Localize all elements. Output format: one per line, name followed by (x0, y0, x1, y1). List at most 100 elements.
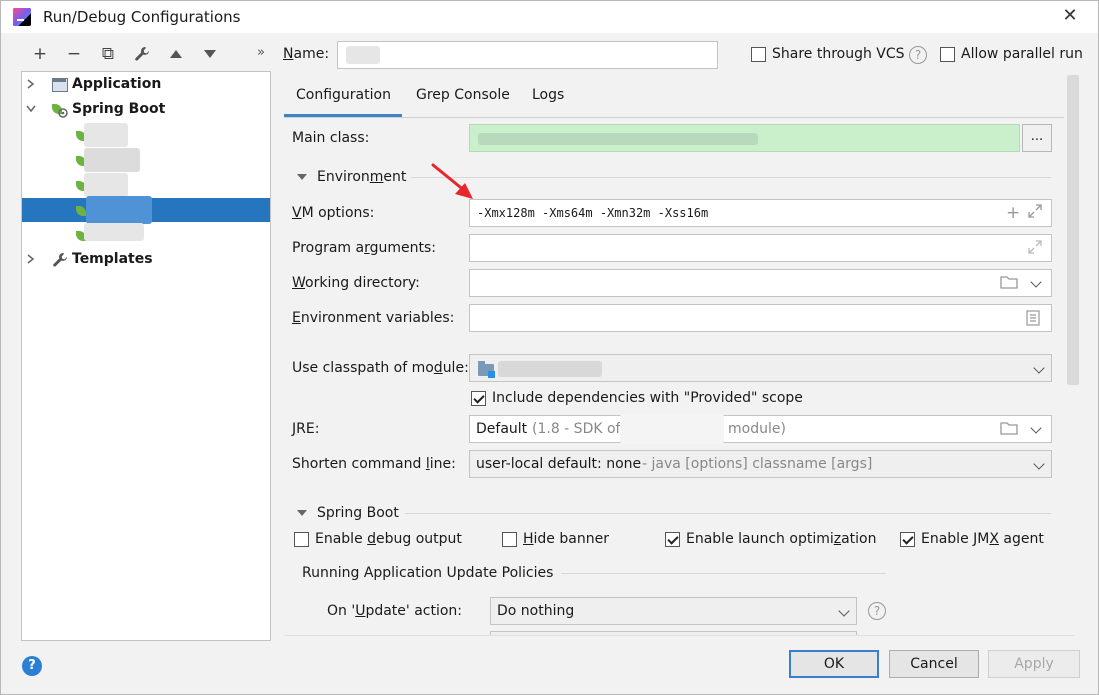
jre-value-default: Default (476, 421, 528, 437)
cancel-button[interactable]: Cancel (889, 650, 979, 678)
tree-item-templates[interactable]: Templates (22, 248, 270, 273)
apply-button[interactable]: Apply (988, 650, 1080, 678)
shorten-value: user-local default: none (476, 456, 642, 472)
share-vcs-checkbox[interactable] (751, 47, 766, 62)
module-badge-icon (488, 371, 495, 378)
classpath-module-select[interactable] (469, 354, 1052, 382)
enable-launch-label: Enable launch optimization (686, 531, 877, 547)
folder-icon[interactable] (1000, 275, 1018, 293)
tab-logs[interactable]: Logs (532, 87, 564, 103)
move-down-icon[interactable] (193, 41, 227, 67)
enable-launch-checkbox[interactable] (665, 532, 680, 547)
vm-options-label: VM options: (292, 205, 375, 221)
working-dir-label: Working directory: (292, 275, 420, 291)
chevron-down-icon[interactable] (25, 105, 37, 116)
help-icon[interactable]: ? (868, 602, 886, 620)
content-bottom-edge (284, 635, 1074, 636)
tree-item-application[interactable]: Application (22, 73, 270, 98)
tab-configuration[interactable]: Configuration (296, 87, 391, 103)
jre-value-sdk: (1.8 - SDK of (532, 421, 621, 437)
allow-parallel-label: Allow parallel run (961, 46, 1083, 62)
program-args-label: Program arguments: (292, 240, 437, 256)
window-title: Run/Debug Configurations (43, 8, 241, 26)
name-label: Name: (283, 46, 330, 62)
spring-boot-icon (52, 102, 68, 118)
config-tree[interactable]: Application Spring Boot Templates (21, 71, 271, 641)
tree-item-config[interactable] (22, 123, 270, 148)
chevron-down-icon[interactable] (838, 605, 850, 617)
tree-item-spring-boot[interactable]: Spring Boot (22, 98, 270, 123)
enable-debug-label: Enable debug output (315, 531, 462, 547)
shorten-select[interactable]: user-local default: none - java [options… (469, 450, 1052, 478)
enable-debug-checkbox[interactable] (294, 532, 309, 547)
tree-item-config-selected[interactable] (22, 196, 270, 224)
wrench-icon (52, 252, 68, 272)
remove-config-icon[interactable]: − (57, 41, 91, 67)
tree-label-application: Application (72, 76, 162, 92)
update-policies-title: Running Application Update Policies (302, 565, 554, 581)
on-update-value: Do nothing (497, 603, 575, 619)
working-dir-input[interactable] (469, 269, 1052, 297)
hide-banner-checkbox[interactable] (502, 532, 517, 547)
shorten-label: Shorten command line: (292, 456, 456, 472)
main-class-label: Main class: (292, 130, 370, 146)
document-icon[interactable] (1026, 310, 1040, 330)
name-input[interactable] (337, 41, 718, 69)
help-button[interactable]: ? (22, 656, 42, 676)
tree-label-templates: Templates (72, 251, 153, 267)
program-args-input[interactable] (469, 234, 1052, 262)
config-toolbar: + − ⧉ (23, 41, 227, 67)
more-icon[interactable]: » (257, 45, 265, 60)
chevron-down-icon[interactable] (1033, 362, 1045, 374)
on-update-label: On 'Update' action: (327, 603, 463, 619)
vm-options-input[interactable]: -Xmx128m -Xms64m -Xmn32m -Xss16m + (469, 199, 1052, 227)
annotation-arrow-icon (431, 163, 473, 199)
chevron-down-icon[interactable] (1030, 422, 1042, 434)
expand-icon[interactable] (1028, 240, 1042, 258)
help-icon[interactable]: ? (909, 46, 927, 64)
intellij-app-icon (13, 8, 31, 26)
jre-select[interactable]: Default (1.8 - SDK of module) (469, 414, 1052, 444)
enable-jmx-checkbox[interactable] (900, 532, 915, 547)
chevron-right-icon[interactable] (25, 254, 37, 267)
redacted-name (346, 46, 380, 64)
main-class-input[interactable] (469, 124, 1020, 152)
allow-parallel-checkbox[interactable] (940, 47, 955, 62)
spring-boot-section-title[interactable]: Spring Boot (317, 505, 399, 521)
tree-item-config[interactable] (22, 148, 270, 173)
redacted-name (84, 123, 128, 147)
share-vcs-label: Share through VCS (772, 46, 905, 62)
include-deps-checkbox[interactable] (471, 391, 486, 406)
chevron-right-icon[interactable] (25, 79, 37, 92)
add-icon[interactable]: + (1006, 203, 1020, 223)
chevron-down-icon[interactable] (1030, 276, 1042, 288)
on-update-select[interactable]: Do nothing (490, 597, 857, 625)
ok-button[interactable]: OK (789, 650, 879, 678)
vertical-scrollbar[interactable] (1067, 75, 1079, 385)
browse-main-class-button[interactable]: ... (1022, 124, 1052, 152)
section-divider (411, 177, 1051, 178)
chevron-down-icon[interactable] (1033, 458, 1045, 470)
collapse-spring-boot-icon[interactable] (297, 510, 307, 516)
env-vars-label: Environment variables: (292, 310, 455, 326)
enable-jmx-label: Enable JMX agent (921, 531, 1044, 547)
close-icon[interactable]: ✕ (1059, 5, 1081, 27)
redacted-name (478, 133, 758, 145)
env-vars-input[interactable] (469, 304, 1052, 332)
add-config-icon[interactable]: + (23, 41, 57, 67)
tabs-divider (284, 117, 1064, 118)
jre-value-module: module) (728, 421, 786, 437)
collapse-environment-icon[interactable] (297, 174, 307, 180)
folder-icon[interactable] (1000, 421, 1018, 439)
expand-icon[interactable] (1028, 204, 1042, 222)
section-divider (561, 573, 886, 574)
redacted-name (86, 196, 152, 224)
tree-item-config[interactable] (22, 223, 270, 248)
tree-item-config[interactable] (22, 173, 270, 198)
tab-grep-console[interactable]: Grep Console (416, 87, 510, 103)
environment-section-title[interactable]: Environment (317, 169, 406, 185)
move-up-icon[interactable] (159, 41, 193, 67)
copy-config-icon[interactable]: ⧉ (91, 41, 125, 67)
spring-leaf-icon (76, 206, 86, 216)
edit-defaults-icon[interactable] (125, 41, 159, 67)
